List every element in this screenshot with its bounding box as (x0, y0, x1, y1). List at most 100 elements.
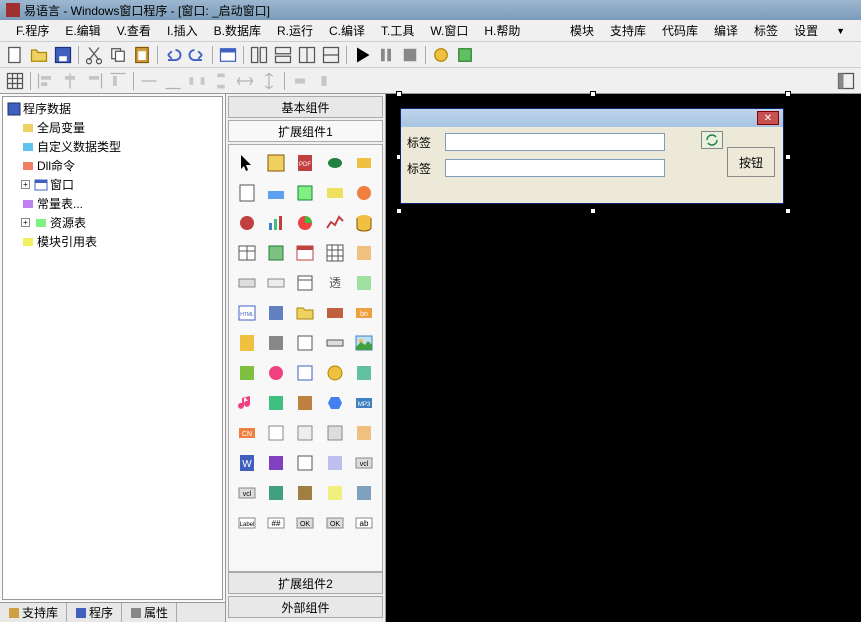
form-button[interactable] (217, 44, 239, 66)
comp-icon-21[interactable] (233, 269, 260, 297)
image-icon[interactable] (351, 329, 378, 357)
layout4-button[interactable] (320, 44, 342, 66)
selection-handle[interactable] (785, 208, 791, 214)
comp-icon-54[interactable] (321, 449, 348, 477)
vcl-icon[interactable]: vcl (351, 449, 378, 477)
save-button[interactable] (52, 44, 74, 66)
selection-handle[interactable] (785, 91, 791, 97)
menu-tools[interactable]: T.工具 (373, 20, 422, 41)
comp-icon-44[interactable] (321, 389, 348, 417)
comp-icon-57[interactable] (262, 479, 289, 507)
folder-icon[interactable] (292, 299, 319, 327)
same-height-button[interactable] (258, 70, 280, 92)
db-icon[interactable] (351, 209, 378, 237)
comp-icon-52[interactable] (262, 449, 289, 477)
tree-item-const[interactable]: 常量表... (5, 194, 220, 213)
comp-icon-25[interactable] (351, 269, 378, 297)
right-compile[interactable]: 编译 (706, 20, 746, 41)
align-top-button[interactable] (107, 70, 129, 92)
comp-icon-27[interactable] (262, 299, 289, 327)
align-left-button[interactable] (35, 70, 57, 92)
tab-property[interactable]: 属性 (122, 603, 177, 622)
pie-icon[interactable] (292, 209, 319, 237)
debug-button[interactable] (430, 44, 452, 66)
stop-button[interactable] (399, 44, 421, 66)
panel-dock-button[interactable] (835, 70, 857, 92)
designer-canvas[interactable]: ✕ 标签 标签 按钮 (386, 94, 861, 622)
paste-button[interactable] (131, 44, 153, 66)
form-input-2[interactable] (445, 159, 665, 177)
midi-icon[interactable] (233, 389, 260, 417)
comp-icon-58[interactable] (292, 479, 319, 507)
comp-icon-11[interactable] (233, 209, 260, 237)
space-h-button[interactable] (186, 70, 208, 92)
comp-icon-39[interactable] (321, 359, 348, 387)
right-support[interactable]: 支持库 (602, 20, 654, 41)
comp-icon-32[interactable] (262, 329, 289, 357)
transparent-icon[interactable]: 透 (321, 269, 348, 297)
menu-edit[interactable]: E.编辑 (57, 20, 108, 41)
tree-item-global[interactable]: 全局变量 (5, 118, 220, 137)
tab-basic-components[interactable]: 基本组件 (228, 96, 383, 118)
comp-icon-29[interactable] (321, 299, 348, 327)
comp-icon-42[interactable] (262, 389, 289, 417)
run-button[interactable] (351, 44, 373, 66)
close-button[interactable]: ✕ (757, 111, 779, 125)
menu-insert[interactable]: I.插入 (159, 20, 206, 41)
tab-program[interactable]: 程序 (67, 603, 122, 622)
menu-compile[interactable]: C.编译 (321, 20, 373, 41)
space-v-button[interactable] (210, 70, 232, 92)
ok2-icon[interactable]: OK (321, 509, 348, 537)
selection-handle[interactable] (396, 208, 402, 214)
comp-icon-7[interactable] (262, 179, 289, 207)
align-middle-button[interactable] (138, 70, 160, 92)
cn-icon[interactable]: CN (233, 419, 260, 447)
undo-button[interactable] (162, 44, 184, 66)
comp-icon-22[interactable] (262, 269, 289, 297)
menu-view[interactable]: V.查看 (109, 20, 159, 41)
comp-icon-2[interactable] (262, 149, 289, 177)
tab-external-components[interactable]: 外部组件 (228, 596, 383, 618)
align-center-h-button[interactable] (59, 70, 81, 92)
right-module[interactable]: 模块 (562, 20, 602, 41)
grid-icon[interactable] (321, 239, 348, 267)
right-tags[interactable]: 标签 (746, 20, 786, 41)
tree-root[interactable]: 程序数据 (5, 99, 220, 118)
comp-icon-50[interactable] (351, 419, 378, 447)
comp-icon-53[interactable] (292, 449, 319, 477)
tree-item-window[interactable]: + 窗口 (5, 175, 220, 194)
open-button[interactable] (28, 44, 50, 66)
bn-icon[interactable]: bn (351, 299, 378, 327)
form-label-1[interactable]: 标签 (407, 134, 437, 151)
dropdown-icon[interactable]: ▼ (828, 24, 853, 38)
comp-icon-23[interactable] (292, 269, 319, 297)
menu-run[interactable]: R.运行 (269, 20, 321, 41)
comp-icon-38[interactable] (292, 359, 319, 387)
comp-icon-60[interactable] (351, 479, 378, 507)
pdf-icon[interactable]: PDF (292, 149, 319, 177)
tree-item-res[interactable]: + 资源表 (5, 213, 220, 232)
tab-support[interactable]: 支持库 (0, 603, 67, 622)
project-tree[interactable]: 程序数据 全局变量 自定义数据类型 Dll命令 + 窗口 常量表... (2, 96, 223, 600)
comp-icon-8[interactable] (292, 179, 319, 207)
menu-window[interactable]: W.窗口 (422, 20, 476, 41)
comp-icon-49[interactable] (321, 419, 348, 447)
layout3-button[interactable] (296, 44, 318, 66)
menu-program[interactable]: F.程序 (8, 20, 57, 41)
comp-icon-40[interactable] (351, 359, 378, 387)
tab-ext-components-2[interactable]: 扩展组件2 (228, 572, 383, 594)
pointer-icon[interactable] (233, 149, 260, 177)
menu-help[interactable]: H.帮助 (476, 20, 528, 41)
menu-database[interactable]: B.数据库 (206, 20, 269, 41)
expander-icon[interactable]: + (21, 180, 30, 189)
turtle-icon[interactable] (321, 149, 348, 177)
comp-icon-6[interactable] (233, 179, 260, 207)
vcl2-icon[interactable]: vcl (233, 479, 260, 507)
comp-icon-20[interactable] (351, 239, 378, 267)
layout2-button[interactable] (272, 44, 294, 66)
cut-button[interactable] (83, 44, 105, 66)
align-right-button[interactable] (83, 70, 105, 92)
selection-handle[interactable] (590, 208, 596, 214)
comp-icon-14[interactable] (321, 209, 348, 237)
right-settings[interactable]: 设置 (786, 20, 826, 41)
